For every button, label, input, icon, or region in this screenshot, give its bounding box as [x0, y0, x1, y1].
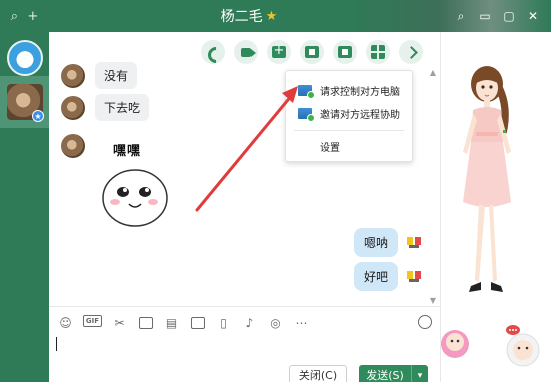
avatar [61, 134, 85, 158]
more-button[interactable] [399, 40, 423, 64]
video-icon [241, 47, 256, 57]
close-icon[interactable]: ✕ [525, 9, 541, 23]
phone-button[interactable] [201, 40, 225, 64]
menu-item-label: 设置 [320, 142, 340, 154]
chevron-right-icon [406, 47, 416, 57]
apps-button[interactable] [366, 40, 390, 64]
send-button[interactable]: 发送(S) [359, 365, 411, 382]
avatar [6, 40, 43, 76]
character-illustration [441, 66, 540, 367]
show-panel [440, 32, 551, 382]
image-icon[interactable] [189, 315, 206, 331]
message-in-sticker [61, 134, 85, 158]
screen-share-button[interactable] [300, 40, 324, 64]
folder-icon[interactable] [137, 315, 154, 331]
send-options-button[interactable]: ▾ [411, 365, 428, 382]
message-bubble: 没有 [95, 62, 138, 89]
voice-icon[interactable]: ♪ [241, 315, 258, 331]
menu-item-request-control[interactable]: 请求控制对方电脑 [286, 79, 414, 101]
apps-icon [371, 45, 385, 59]
folder-shape [138, 317, 153, 329]
message-out: 嗯呐 [354, 228, 424, 257]
contact-sidebar: ⌕ + ★ [0, 0, 49, 382]
scissors-icon[interactable]: ✂ [111, 315, 128, 331]
remote-control-icon [298, 84, 315, 99]
remote-assist-icon [298, 107, 315, 122]
minimize-icon[interactable]: ▭ [477, 9, 493, 23]
shake-icon[interactable]: ▯ [215, 315, 232, 331]
phone-icon [207, 46, 219, 58]
sidebar-top: ⌕ + [0, 0, 49, 32]
message-bubble: 嗯呐 [354, 228, 399, 257]
avatar-emoji-icon [407, 236, 422, 248]
menu-divider [294, 130, 404, 131]
message-bubble: 好吧 [354, 262, 399, 291]
menu-item-settings[interactable]: 设置 [286, 135, 414, 157]
chat-toolbar [201, 40, 423, 66]
add-icon[interactable]: + [27, 9, 38, 24]
message-input[interactable] [53, 333, 433, 361]
add-button[interactable] [267, 40, 291, 64]
menu-item-label: 邀请对方远程协助 [320, 109, 400, 121]
remote-assist-menu: 请求控制对方电脑 邀请对方远程协助 设置 [285, 70, 413, 162]
title-bar: 杨二毛 ★ ⌕ ▭ ▢ ✕ [49, 0, 551, 32]
search-icon[interactable]: ⌕ [453, 9, 469, 24]
scroll-up-icon[interactable]: ▲ [428, 68, 438, 77]
gif-icon[interactable]: GIF [83, 315, 102, 327]
close-button[interactable]: 关闭(C) [289, 365, 347, 382]
contact-name: 杨二毛 [220, 9, 263, 25]
contact-item-active[interactable]: ★ [0, 76, 49, 128]
star-badge-icon: ★ [32, 110, 44, 122]
search-icon[interactable]: ⌕ [11, 9, 18, 24]
image-text-icon[interactable]: ▤ [163, 315, 180, 331]
star-icon: ★ [265, 8, 278, 24]
emoji-icon[interactable]: ☺ [57, 315, 74, 331]
sticker-caption: 嘿嘿 [113, 144, 142, 159]
message-out: 好吧 [354, 262, 424, 291]
avatar-emoji-icon [407, 270, 422, 282]
menu-item-label: 请求控制对方电脑 [320, 86, 400, 98]
message-in: 下去吃 [61, 94, 150, 121]
red-packet-icon[interactable]: ◎ [267, 315, 284, 331]
scroll-down-icon[interactable]: ▼ [428, 296, 438, 305]
video-button[interactable] [234, 40, 258, 64]
remote-desktop-button[interactable] [333, 40, 357, 64]
menu-item-invite-assist[interactable]: 邀请对方远程协助 [286, 102, 414, 124]
maximize-icon[interactable]: ▢ [501, 9, 517, 23]
window-controls: ⌕ ▭ ▢ ✕ [453, 0, 551, 32]
more-icon[interactable]: ⋯ [293, 315, 310, 331]
add-icon [272, 43, 286, 58]
avatar [61, 63, 85, 88]
compose-toolbar: ☺ GIF ✂ ▤ ▯ ♪ ◎ ⋯ [57, 315, 310, 331]
window-title: 杨二毛 ★ [49, 0, 449, 32]
remote-desktop-icon [338, 46, 352, 58]
screen-share-icon [305, 46, 319, 58]
sticker-image [102, 169, 168, 227]
message-bubble: 下去吃 [95, 94, 150, 121]
image-shape [190, 317, 205, 329]
chat-window: ⌕ + ★ 杨二毛 ★ ⌕ ▭ ▢ ✕ + 没有 下去吃 嘿嘿 嗯呐 好吧 ▲ … [0, 0, 551, 382]
history-icon[interactable] [418, 315, 432, 329]
compose-area: ☺ GIF ✂ ▤ ▯ ♪ ◎ ⋯ 关闭(C) 发送(S) ▾ [49, 306, 440, 382]
avatar [61, 95, 85, 120]
message-in: 没有 [61, 62, 138, 89]
